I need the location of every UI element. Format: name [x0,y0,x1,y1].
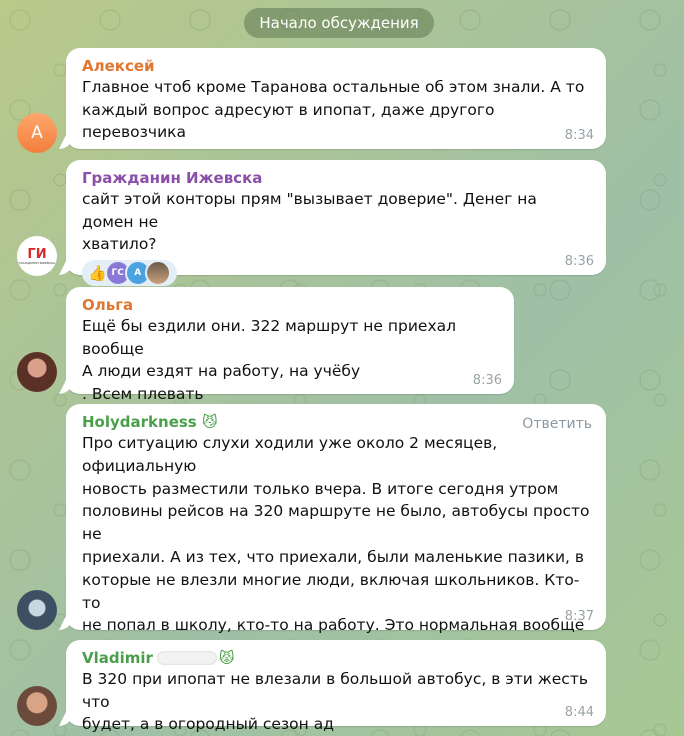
message-bubble[interactable]: Vladimir 😾 В 320 при ипопат не влезали в… [66,640,606,733]
reactor-avatar-photo [144,259,171,286]
author-name: Vladimir [82,649,153,667]
message-bubble[interactable]: Holydarkness 😼 Ответить Про ситуацию слу… [66,404,606,715]
message-text: В 320 при ипопат не влезали в большой ав… [82,670,588,733]
logo-icon: ГИ [27,246,47,262]
reaction-likes[interactable]: 👍 ГС А [82,259,177,286]
message-time: 8:34 [564,128,594,143]
message-time: 8:36 [472,373,502,388]
thumbs-up-icon: 👍 [88,263,107,282]
message-author[interactable]: Holydarkness 😼 [82,412,592,432]
message-text: сайт этой конторы прям "вызывает доверие… [82,190,537,253]
message-bubble[interactable]: Ольга Ещё бы ездили они. 322 маршрут не … [66,287,514,403]
avatar[interactable] [17,686,57,726]
date-pill: Начало обсуждения [244,8,434,38]
message-author[interactable]: Алексей [82,56,592,76]
message-text: Главное чтоб кроме Таранова остальные об… [82,78,585,141]
cat-emoji-icon: 😾 [218,649,235,667]
avatar[interactable]: А [17,113,57,153]
avatar[interactable] [17,590,57,630]
message-bubble[interactable]: Гражданин Ижевска сайт этой конторы прям… [66,160,606,286]
message-author[interactable]: Vladimir 😾 [82,648,592,668]
message-time: 8:44 [564,705,594,720]
reaction-row: 👍 ГС А [82,259,592,286]
message-bubble[interactable]: Алексей Главное чтоб кроме Таранова оста… [66,48,606,149]
reply-link[interactable]: Ответить [522,416,592,432]
message-time: 8:36 [564,254,594,269]
message-author[interactable]: Ольга [82,295,500,315]
avatar[interactable]: ГИ ГРАЖДАНИН ИЖЕВСКА [17,236,57,276]
message-text: Ещё бы ездили они. 322 маршрут не приеха… [82,317,457,403]
logo-caption: ГРАЖДАНИН ИЖЕВСКА [18,260,56,265]
message-time: 8:37 [564,609,594,624]
redacted-name [156,651,217,665]
avatar[interactable] [17,352,57,392]
message-author[interactable]: Гражданин Ижевска [82,168,592,188]
avatar-letter: А [31,123,43,143]
